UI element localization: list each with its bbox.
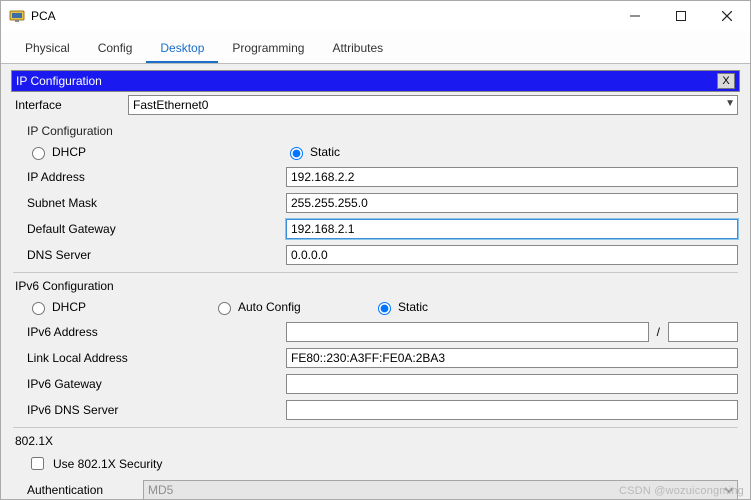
titlebar: PCA [1, 1, 750, 31]
tab-bar: Physical Config Desktop Programming Attr… [1, 31, 750, 64]
ipv6-dns-input[interactable] [286, 400, 738, 420]
tab-programming[interactable]: Programming [218, 37, 318, 63]
ipv6-address-input[interactable] [286, 322, 649, 342]
close-icon [722, 11, 732, 21]
ip-section-label: IP Configuration [13, 118, 738, 140]
tab-desktop[interactable]: Desktop [146, 37, 218, 63]
interface-value: FastEthernet0 [133, 98, 208, 112]
maximize-icon [676, 11, 686, 21]
ip-static-input[interactable] [290, 147, 303, 160]
ipv6-address-label: IPv6 Address [13, 325, 153, 339]
separator [13, 272, 738, 273]
ipv6-dns-label: IPv6 DNS Server [13, 403, 153, 417]
interface-select[interactable]: FastEthernet0 ▼ [128, 95, 738, 115]
close-button[interactable] [704, 1, 750, 31]
ip-dhcp-input[interactable] [32, 147, 45, 160]
ipv6-dhcp-radio[interactable]: DHCP [13, 299, 213, 315]
subnet-label: Subnet Mask [13, 196, 128, 210]
ipv6-gateway-label: IPv6 Gateway [13, 377, 153, 391]
form-area: Interface FastEthernet0 ▼ IP Configurati… [11, 92, 740, 500]
dns-input[interactable] [286, 245, 738, 265]
ip-address-label: IP Address [13, 170, 128, 184]
window-title: PCA [31, 9, 612, 23]
gateway-label: Default Gateway [13, 222, 128, 236]
interface-label: Interface [13, 98, 128, 112]
panel-title: IP Configuration [16, 74, 717, 88]
ipv6-static-input[interactable] [378, 302, 391, 315]
ipv6-dns-row: IPv6 DNS Server [13, 397, 738, 423]
minimize-icon [630, 11, 640, 21]
maximize-button[interactable] [658, 1, 704, 31]
ipv6-prefix-slash: / [653, 325, 664, 339]
dot1x-checkbox-row[interactable]: Use 802.1X Security [13, 450, 738, 477]
content-area: IP Configuration X Interface FastEtherne… [1, 64, 750, 500]
linklocal-row: Link Local Address [13, 345, 738, 371]
ip-dhcp-radio[interactable]: DHCP [13, 144, 213, 160]
ip-static-radio[interactable]: Static [213, 144, 373, 160]
linklocal-label: Link Local Address [13, 351, 153, 365]
interface-row: Interface FastEthernet0 ▼ [13, 92, 738, 118]
minimize-button[interactable] [612, 1, 658, 31]
ipv6-prefix-input[interactable] [668, 322, 738, 342]
app-icon [9, 8, 25, 24]
gateway-input[interactable] [286, 219, 738, 239]
app-window: PCA Physical Config Desktop Programming … [0, 0, 751, 500]
dns-row: DNS Server [13, 242, 738, 268]
ipv6-auto-radio[interactable]: Auto Config [213, 299, 373, 315]
gateway-row: Default Gateway [13, 216, 738, 242]
subnet-row: Subnet Mask [13, 190, 738, 216]
ipv6-gateway-row: IPv6 Gateway [13, 371, 738, 397]
ipv6-static-radio[interactable]: Static [373, 299, 738, 315]
linklocal-input[interactable] [286, 348, 738, 368]
ipv6-address-row: IPv6 Address / [13, 319, 738, 345]
ip-address-input[interactable] [286, 167, 738, 187]
auth-label: Authentication [13, 483, 143, 497]
panel-close-button[interactable]: X [717, 73, 735, 89]
separator-2 [13, 427, 738, 428]
ipv6-dhcp-input[interactable] [32, 302, 45, 315]
chevron-down-icon: ▼ [725, 98, 735, 109]
ipv6-gateway-input[interactable] [286, 374, 738, 394]
ipv6-mode-row: DHCP Auto Config Static [13, 295, 738, 319]
tab-attributes[interactable]: Attributes [318, 37, 397, 63]
watermark: CSDN @wozuicongming [619, 485, 744, 497]
ipv6-auto-input[interactable] [218, 302, 231, 315]
ip-mode-row: DHCP Static [13, 140, 738, 164]
ip-address-row: IP Address [13, 164, 738, 190]
ipv6-section-label: IPv6 Configuration [13, 277, 738, 295]
tab-config[interactable]: Config [84, 37, 147, 63]
tab-physical[interactable]: Physical [11, 37, 84, 63]
window-controls [612, 1, 750, 31]
dot1x-section-label: 802.1X [13, 432, 738, 450]
subnet-input[interactable] [286, 193, 738, 213]
dns-label: DNS Server [13, 248, 128, 262]
panel-header: IP Configuration X [11, 70, 740, 92]
dot1x-checkbox[interactable] [31, 457, 44, 470]
